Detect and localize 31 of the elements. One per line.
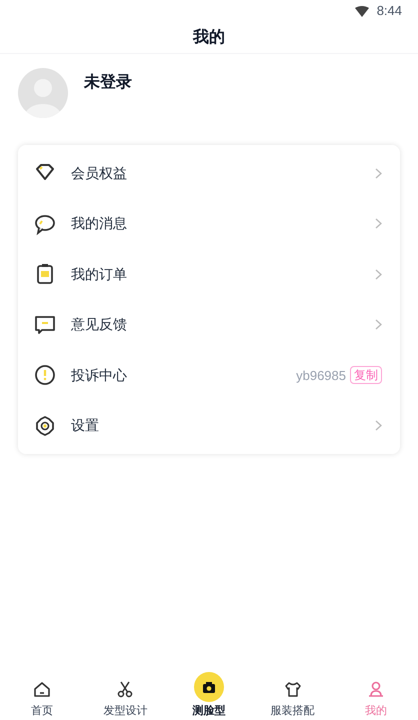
avatar-icon [18,68,68,118]
tab-bar-item[interactable]: 服装搭配 [250,679,334,718]
page-title: 我的 [193,28,225,48]
chevron-right-icon [375,319,382,330]
menu-label: 我的订单 [71,264,128,284]
settings-icon [33,414,57,438]
chevron-right-icon [375,268,382,280]
menu-item[interactable]: 会员权益 [18,148,400,198]
menu-label: 意见反馈 [71,315,128,334]
menu-label: 设置 [71,416,100,436]
menu-item[interactable]: 设置 [18,400,400,451]
tab-bar-item[interactable]: 发型设计 [84,679,168,718]
home-icon [32,679,52,699]
tab-bar-item[interactable]: 首页 [0,679,84,718]
camera-icon [194,672,224,702]
chevron-right-icon [375,218,382,230]
login-status[interactable]: 未登录 [84,71,132,95]
menu-label: 我的消息 [71,214,128,234]
chevron-right-icon [375,420,382,432]
complaint-id: yb96985 [296,366,346,385]
alert-icon [33,363,57,388]
menu-item[interactable]: 意见反馈 [18,300,400,350]
chevron-right-icon [375,168,382,179]
menu-label: 会员权益 [71,164,128,183]
tab-bar-item[interactable]: 测脸型 [167,672,251,718]
menu-label: 投诉中心 [71,366,128,385]
status-time: 8:44 [376,2,402,20]
wifi-icon [354,6,369,16]
menu-item[interactable]: 我的消息 [18,198,400,249]
menu-item[interactable]: 投诉中心 yb96985 复制 [18,350,400,400]
menu-item[interactable]: 我的订单 [18,249,400,300]
